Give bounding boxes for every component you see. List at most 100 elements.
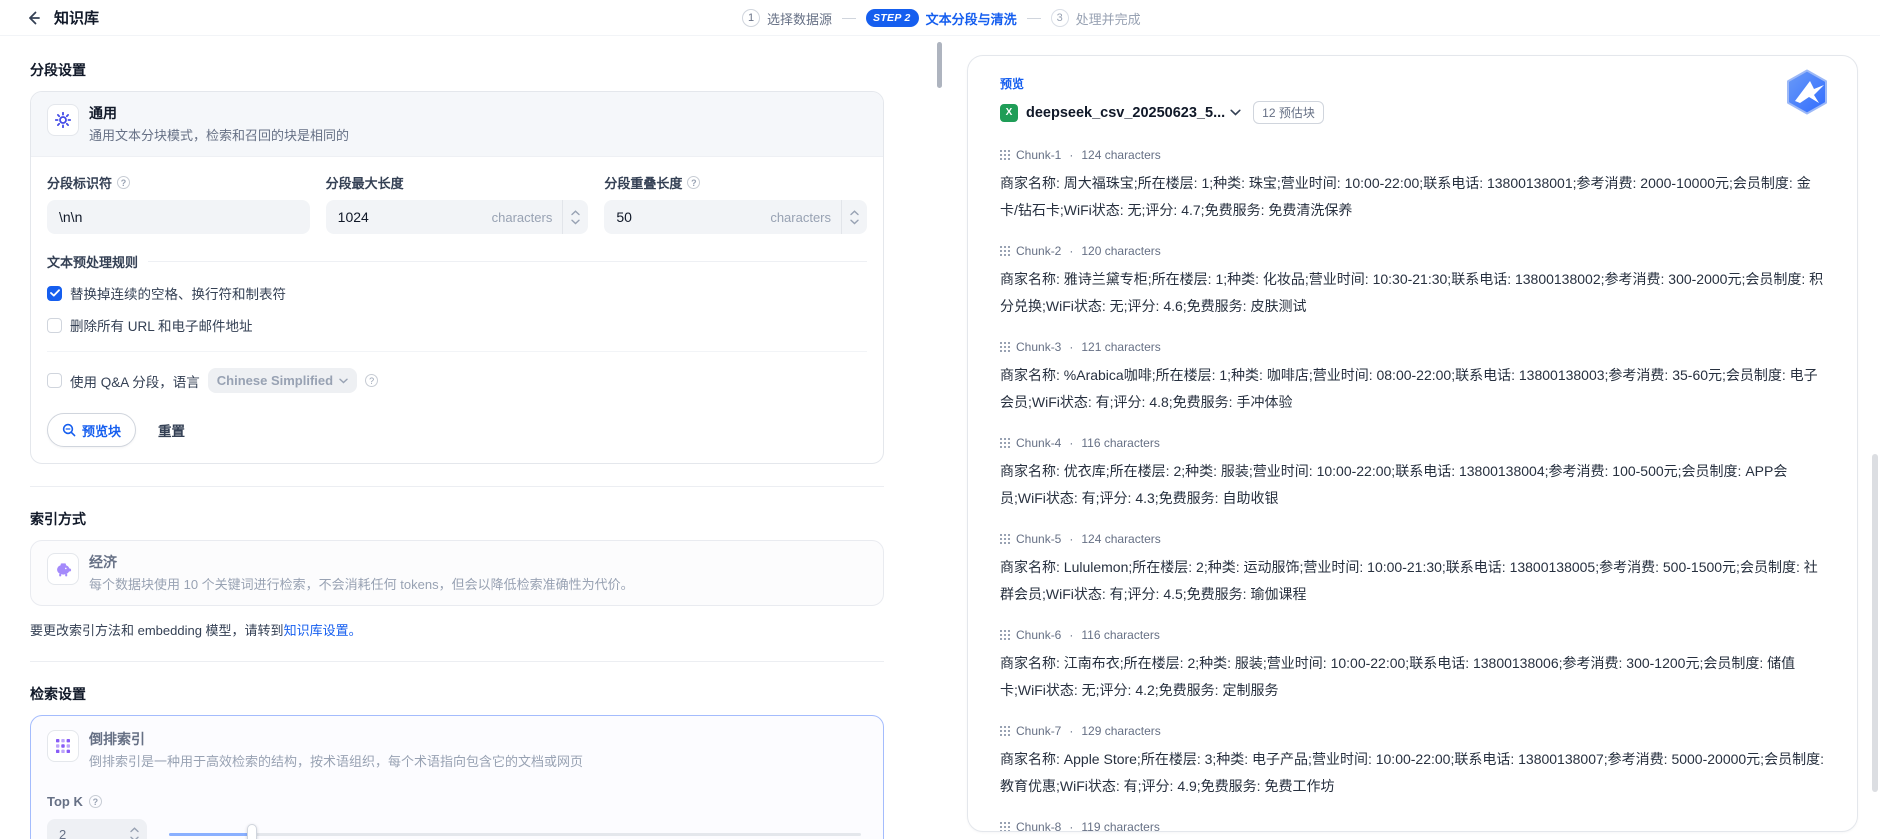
segment-settings-card: 通用 通用文本分块模式，检索和召回的块是相同的 分段标识符 ? \n\n bbox=[30, 91, 884, 464]
page-scrollbar[interactable] bbox=[1872, 454, 1878, 792]
chunk-separator: · bbox=[1069, 820, 1073, 832]
step-1-select-datasource[interactable]: 1 选择数据源 bbox=[742, 9, 832, 28]
slider-handle[interactable] bbox=[247, 824, 257, 839]
max-length-value: 1024 bbox=[338, 209, 492, 225]
chunk-grid-icon bbox=[1000, 726, 1010, 736]
arrow-left-icon bbox=[25, 10, 41, 26]
qa-checkbox[interactable] bbox=[47, 373, 62, 388]
left-scrollbar[interactable] bbox=[937, 42, 942, 88]
index-method-heading: 索引方式 bbox=[30, 509, 884, 529]
topk-stepper[interactable] bbox=[121, 819, 147, 839]
wizard-steps: 1 选择数据源 STEP 2 文本分段与清洗 3 处理并完成 bbox=[742, 0, 1141, 36]
chunk-char-count: 120 characters bbox=[1081, 244, 1160, 258]
chunk-title: Chunk-5 bbox=[1016, 532, 1061, 546]
chunk-char-count: 124 characters bbox=[1081, 148, 1160, 162]
chunk-title: Chunk-7 bbox=[1016, 724, 1061, 738]
rule-remove-urls[interactable]: 删除所有 URL 和电子邮件地址 bbox=[47, 315, 867, 335]
slider-track[interactable] bbox=[169, 833, 861, 836]
csv-file-icon: X bbox=[1000, 104, 1018, 122]
checkbox-unchecked-icon[interactable] bbox=[47, 318, 62, 333]
topk-slider[interactable] bbox=[169, 824, 861, 839]
divider bbox=[30, 661, 884, 662]
file-select-dropdown[interactable] bbox=[1230, 109, 1241, 116]
chevron-down-icon bbox=[130, 836, 139, 839]
dataset-settings-link[interactable]: 知识库设置。 bbox=[284, 623, 362, 638]
chunk-grid-icon bbox=[1000, 534, 1010, 544]
chevron-down-icon bbox=[571, 219, 580, 225]
step-2-text-segmentation[interactable]: STEP 2 文本分段与清洗 bbox=[866, 9, 1017, 28]
overlap-field: 分段重叠长度 ? 50 characters bbox=[604, 173, 867, 234]
chunk-text: 商家名称: 雅诗兰黛专柜;所在楼层: 1;种类: 化妆品;营业时间: 10:30… bbox=[1000, 266, 1825, 320]
divider bbox=[30, 486, 884, 487]
segment-settings-heading: 分段设置 bbox=[30, 60, 884, 80]
chunk-item: Chunk-6 · 116 characters 商家名称: 江南布衣;所在楼层… bbox=[1000, 628, 1825, 704]
chunk-title: Chunk-8 bbox=[1016, 820, 1061, 832]
max-length-stepper[interactable] bbox=[562, 200, 588, 234]
topk-label: Top K bbox=[47, 794, 83, 809]
divider bbox=[47, 351, 867, 352]
inverted-index-title: 倒排索引 bbox=[89, 730, 583, 748]
help-icon[interactable]: ? bbox=[89, 795, 102, 808]
general-mode-header[interactable]: 通用 通用文本分块模式，检索和召回的块是相同的 bbox=[31, 92, 883, 157]
delimiter-value: \n\n bbox=[59, 209, 310, 225]
chunk-text: 商家名称: %Arabica咖啡;所在楼层: 1;种类: 咖啡店;营业时间: 0… bbox=[1000, 362, 1825, 416]
qa-language-select[interactable]: Chinese Simplified bbox=[208, 368, 357, 393]
chunk-char-count: 116 characters bbox=[1081, 628, 1160, 642]
overlap-unit: characters bbox=[770, 210, 841, 225]
chunk-item: Chunk-1 · 124 characters 商家名称: 周大福珠宝;所在楼… bbox=[1000, 148, 1825, 224]
economy-index-card[interactable]: 经济 每个数据块使用 10 个关键词进行检索，不会消耗任何 tokens，但会以… bbox=[30, 540, 884, 606]
checkbox-checked-icon[interactable] bbox=[47, 286, 62, 301]
max-length-input[interactable]: 1024 characters bbox=[326, 200, 589, 234]
chunk-item: Chunk-8 · 119 characters 商家名称: 大疆体验店;所在楼… bbox=[1000, 820, 1825, 832]
step-3-process-complete[interactable]: 3 处理并完成 bbox=[1051, 9, 1141, 28]
chunk-separator: · bbox=[1069, 436, 1073, 450]
index-note-text: 要更改索引方法和 embedding 模型，请转到 bbox=[30, 623, 284, 638]
general-mode-title: 通用 bbox=[89, 104, 349, 122]
step-3-number: 3 bbox=[1051, 9, 1069, 27]
chunk-title: Chunk-4 bbox=[1016, 436, 1061, 450]
step-1-number: 1 bbox=[742, 9, 760, 27]
page-title: 知识库 bbox=[54, 7, 99, 28]
help-icon[interactable]: ? bbox=[117, 176, 130, 189]
chevron-down-icon bbox=[1230, 109, 1241, 116]
topk-input[interactable]: 2 bbox=[47, 819, 147, 839]
hexagon-bird-logo bbox=[1783, 68, 1831, 116]
inverted-index-desc: 倒排索引是一种用于高效检索的结构，按术语组织，每个术语指向包含它的文档或网页 bbox=[89, 751, 583, 770]
economy-title: 经济 bbox=[89, 553, 634, 571]
chunk-separator: · bbox=[1069, 244, 1073, 258]
overlap-stepper[interactable] bbox=[841, 200, 867, 234]
step-3-label: 处理并完成 bbox=[1076, 9, 1141, 28]
inverted-index-card[interactable]: 倒排索引 倒排索引是一种用于高效检索的结构，按术语组织，每个术语指向包含它的文档… bbox=[30, 715, 884, 839]
chunk-separator: · bbox=[1069, 724, 1073, 738]
preview-chunks-button[interactable]: 预览块 bbox=[47, 413, 136, 447]
rule-label: 替换掉连续的空格、换行符和制表符 bbox=[70, 283, 286, 303]
chunk-char-count: 124 characters bbox=[1081, 532, 1160, 546]
estimated-chunks-badge: 12 预估块 bbox=[1253, 101, 1324, 124]
max-length-field: 分段最大长度 1024 characters bbox=[326, 173, 589, 234]
chunk-grid-icon bbox=[1000, 150, 1010, 160]
chunk-item: Chunk-7 · 129 characters 商家名称: Apple Sto… bbox=[1000, 724, 1825, 800]
help-icon[interactable]: ? bbox=[365, 374, 378, 387]
slider-fill bbox=[169, 833, 252, 836]
chunk-text: 商家名称: 周大福珠宝;所在楼层: 1;种类: 珠宝;营业时间: 10:00-2… bbox=[1000, 170, 1825, 224]
chunk-separator: · bbox=[1069, 148, 1073, 162]
reset-button[interactable]: 重置 bbox=[158, 420, 185, 440]
chunk-title: Chunk-6 bbox=[1016, 628, 1061, 642]
chunk-text: 商家名称: Apple Store;所在楼层: 3;种类: 电子产品;营业时间:… bbox=[1000, 746, 1825, 800]
rule-replace-whitespace[interactable]: 替换掉连续的空格、换行符和制表符 bbox=[47, 283, 867, 303]
chunk-text: 商家名称: Lululemon;所在楼层: 2;种类: 运动服饰;营业时间: 1… bbox=[1000, 554, 1825, 608]
preprocess-rules-heading: 文本预处理规则 bbox=[47, 252, 138, 271]
economy-desc: 每个数据块使用 10 个关键词进行检索，不会消耗任何 tokens，但会以降低检… bbox=[89, 574, 634, 593]
chunk-grid-icon bbox=[1000, 246, 1010, 256]
chunk-text: 商家名称: 优衣库;所在楼层: 2;种类: 服装;营业时间: 10:00-22:… bbox=[1000, 458, 1825, 512]
delimiter-input[interactable]: \n\n bbox=[47, 200, 310, 234]
overlap-input[interactable]: 50 characters bbox=[604, 200, 867, 234]
magnifier-icon bbox=[62, 423, 76, 437]
chunk-item: Chunk-4 · 116 characters 商家名称: 优衣库;所在楼层:… bbox=[1000, 436, 1825, 512]
qa-language-value: Chinese Simplified bbox=[217, 373, 333, 388]
general-mode-desc: 通用文本分块模式，检索和召回的块是相同的 bbox=[89, 125, 349, 144]
segment-settings-body: 分段标识符 ? \n\n 分段最大长度 1024 chara bbox=[31, 157, 883, 463]
help-icon[interactable]: ? bbox=[687, 176, 700, 189]
back-button[interactable] bbox=[22, 7, 44, 29]
chunk-separator: · bbox=[1069, 532, 1073, 546]
